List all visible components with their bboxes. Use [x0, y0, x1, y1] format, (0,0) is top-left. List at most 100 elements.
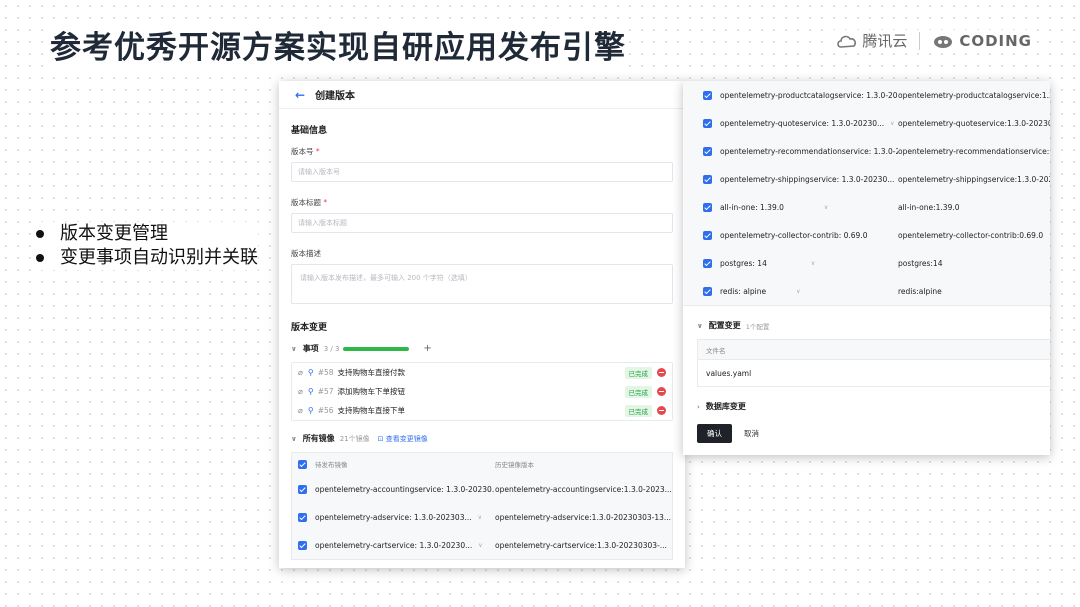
- images-table: 待发布镜像 历史镜像版本 opentelemetry-accountingser…: [291, 452, 673, 560]
- table-row: opentelemetry-cartservice: 1.3.0-20230..…: [292, 531, 672, 559]
- config-count: 1个配置: [745, 322, 770, 331]
- row-checkbox[interactable]: [703, 286, 712, 296]
- config-change-label: 配置变更: [708, 321, 741, 330]
- create-version-panel: ← 创建版本 基础信息 版本号 * 请输入版本号 版本标题 * 请输入版本标题 …: [279, 81, 685, 568]
- history-version: opentelemetry-adservice:1.3.0-20230303-1…: [495, 512, 672, 522]
- chevron-down-icon[interactable]: ∨: [796, 288, 800, 295]
- chevron-down-icon[interactable]: ∨: [478, 514, 482, 521]
- paperclip-icon: ⌀: [298, 368, 303, 377]
- bullet-dot-icon: [36, 254, 44, 262]
- history-version: postgres:14: [898, 258, 943, 268]
- list-item[interactable]: ⌀ ⚲ #58 支持购物车直接付款 已完成: [292, 363, 672, 382]
- chevron-down-icon[interactable]: ∨: [824, 204, 828, 211]
- create-version-panel-continued: opentelemetry-productcatalogservice: 1.3…: [683, 81, 1050, 455]
- config-change-header[interactable]: ∨ 配置变更 1个配置: [697, 320, 1050, 331]
- row-checkbox[interactable]: [703, 202, 712, 212]
- row-checkbox[interactable]: [703, 230, 712, 240]
- paperclip-icon: ⌀: [298, 406, 303, 415]
- image-select[interactable]: opentelemetry-quoteservice: 1.3.0-20230.…: [720, 119, 898, 128]
- version-title-input[interactable]: 请输入版本标题: [291, 213, 673, 233]
- history-version: opentelemetry-quoteservice:1.3.0-2023030…: [898, 118, 1050, 128]
- issue-name[interactable]: 支持购物车直接付款: [338, 367, 625, 378]
- image-select[interactable]: all-in-one: 1.39.0 ∨: [720, 203, 898, 212]
- image-select[interactable]: postgres: 14 ∨: [720, 259, 898, 268]
- history-version: all-in-one:1.39.0: [898, 202, 960, 212]
- status-badge: 已完成: [624, 404, 652, 417]
- logos: 腾讯云 CODING: [832, 30, 1036, 51]
- issue-name[interactable]: 支持购物车直接下单: [338, 405, 625, 416]
- progress-fill: [343, 346, 410, 351]
- table-row: postgres: 14 ∨ postgres:14: [683, 249, 1050, 277]
- image-select[interactable]: opentelemetry-productcatalogservice: 1.3…: [720, 91, 898, 100]
- chevron-right-icon[interactable]: ›: [697, 403, 700, 411]
- image-select[interactable]: opentelemetry-collector-contrib: 0.69.0: [720, 231, 898, 240]
- version-change-title: 版本变更: [291, 323, 328, 333]
- coding-mascot-icon: [934, 35, 953, 48]
- config-table: 文件名 values.yaml: [697, 339, 1050, 387]
- history-version: opentelemetry-collector-contrib:0.69.0: [898, 230, 1044, 240]
- image-select[interactable]: opentelemetry-accountingservice: 1.3.0-2…: [315, 485, 495, 494]
- db-change-header[interactable]: › 数据库变更: [697, 401, 1050, 412]
- back-arrow-icon[interactable]: ←: [295, 88, 305, 102]
- row-checkbox[interactable]: [298, 512, 307, 522]
- version-title-label: 版本标题 *: [291, 198, 328, 207]
- col-header-history: 历史镜像版本: [495, 461, 534, 469]
- confirm-button[interactable]: 确认: [697, 424, 732, 443]
- remove-icon[interactable]: [657, 368, 666, 377]
- image-select[interactable]: opentelemetry-adservice: 1.3.0-202303...…: [315, 513, 495, 522]
- row-checkbox[interactable]: [703, 90, 712, 100]
- cancel-button[interactable]: 取消: [732, 424, 771, 443]
- chevron-down-icon[interactable]: ∨: [478, 542, 482, 549]
- tencent-cloud-text: 腾讯云: [862, 32, 908, 50]
- issue-name[interactable]: 添加购物车下单按钮: [338, 386, 625, 397]
- status-badge: 已完成: [624, 366, 652, 379]
- images-count: 21个镜像: [339, 434, 370, 443]
- images-table-continued: opentelemetry-productcatalogservice: 1.3…: [683, 81, 1050, 306]
- image-select[interactable]: opentelemetry-recommendationservice: 1.3…: [720, 147, 898, 156]
- history-version: opentelemetry-shippingservice:1.3.0-2023…: [898, 174, 1050, 184]
- history-version: opentelemetry-cartservice:1.3.0-20230303…: [495, 540, 667, 550]
- issue-list: ⌀ ⚲ #58 支持购物车直接付款 已完成 ⌀ ⚲ #57 添加购物车下单按钮 …: [291, 362, 673, 421]
- coding-logo: CODING: [932, 32, 1032, 50]
- bullet-item: 变更事项自动识别并关联: [36, 246, 258, 270]
- panel-title: 创建版本: [315, 91, 356, 102]
- row-checkbox[interactable]: [703, 174, 712, 184]
- cloud-icon: [837, 35, 857, 48]
- image-select[interactable]: opentelemetry-shippingservice: 1.3.0-202…: [720, 175, 898, 184]
- chevron-down-icon[interactable]: ∨: [890, 120, 894, 127]
- coding-text: CODING: [959, 31, 1032, 50]
- chevron-down-icon[interactable]: ∨: [291, 435, 297, 443]
- image-select[interactable]: opentelemetry-cartservice: 1.3.0-20230..…: [315, 541, 495, 550]
- chevron-down-icon[interactable]: ∨: [291, 345, 297, 353]
- chevron-down-icon[interactable]: ∨: [811, 260, 815, 267]
- image-select[interactable]: redis: alpine ∨: [720, 287, 898, 296]
- view-changed-images-link[interactable]: ⊡ 查看变更镜像: [378, 434, 428, 444]
- row-checkbox[interactable]: [703, 258, 712, 268]
- issue-number: #58: [317, 368, 334, 377]
- version-desc-textarea[interactable]: 请输入版本发布描述，最多可输入 200 个字符（选填）: [291, 264, 673, 304]
- logo-divider: [919, 31, 921, 50]
- row-checkbox[interactable]: [298, 484, 307, 494]
- issues-header[interactable]: ∨ 事项 3 / 3 +: [291, 343, 673, 354]
- row-checkbox[interactable]: [298, 540, 307, 550]
- version-desc-label: 版本描述: [291, 249, 321, 258]
- col-header-filename: 文件名: [698, 340, 1050, 360]
- row-checkbox[interactable]: [703, 118, 712, 128]
- images-header[interactable]: ∨ 所有镜像 21个镜像 ⊡ 查看变更镜像: [291, 433, 673, 444]
- remove-icon[interactable]: [657, 387, 666, 396]
- slide-title: 参考优秀开源方案实现自研应用发布引擎: [50, 22, 626, 67]
- list-item[interactable]: ⌀ ⚲ #57 添加购物车下单按钮 已完成: [292, 382, 672, 401]
- list-item[interactable]: ⌀ ⚲ #56 支持购物车直接下单 已完成: [292, 401, 672, 420]
- version-no-input[interactable]: 请输入版本号: [291, 162, 673, 182]
- issues-progress-bar: [343, 346, 410, 351]
- issues-label: 事项: [302, 344, 319, 353]
- location-pin-icon: ⚲: [307, 387, 314, 396]
- add-issue-button[interactable]: +: [423, 343, 431, 354]
- chevron-down-icon[interactable]: ∨: [697, 322, 703, 330]
- select-all-checkbox[interactable]: [298, 459, 307, 469]
- version-no-label: 版本号 *: [291, 147, 320, 156]
- remove-icon[interactable]: [657, 406, 666, 415]
- table-row: all-in-one: 1.39.0 ∨ all-in-one:1.39.0: [683, 193, 1050, 221]
- config-file-row[interactable]: values.yaml: [698, 360, 1050, 386]
- row-checkbox[interactable]: [703, 146, 712, 156]
